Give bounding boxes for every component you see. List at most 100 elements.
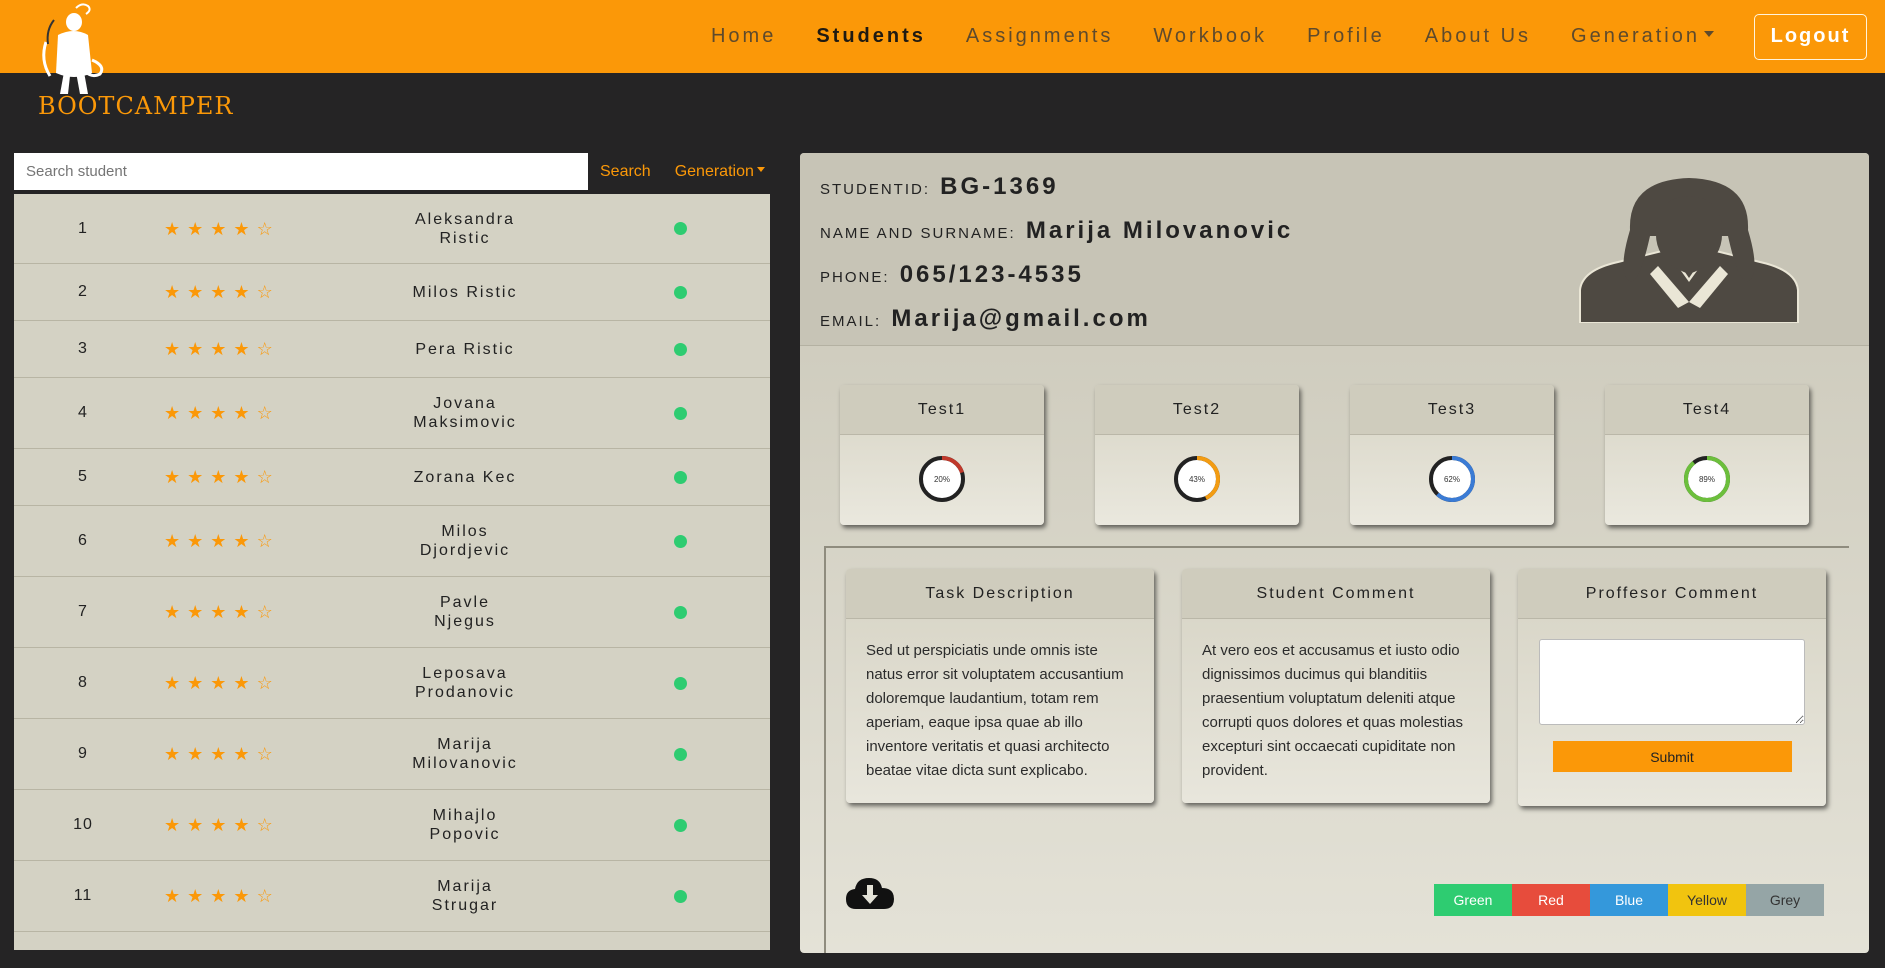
star-filled-icon: ★ xyxy=(187,218,204,239)
tests-row: Test1 20% Test2 43% Test3 62% Test4 89% xyxy=(840,385,1812,525)
star-filled-icon: ★ xyxy=(210,218,227,239)
student-name: Aleksandra Ristic xyxy=(340,210,590,248)
student-rating: ★ ★ ★ ★ ☆ xyxy=(152,404,340,422)
student-row[interactable]: 4 ★ ★ ★ ★ ☆ Jovana Maksimovic xyxy=(14,378,770,449)
student-name: Jovana Maksimovic xyxy=(340,394,590,432)
student-number: 5 xyxy=(78,468,88,485)
star-empty-icon: ☆ xyxy=(256,467,273,487)
status-cell xyxy=(590,222,770,235)
logo-wordmark: BOOTCAMPER xyxy=(38,92,234,120)
status-dot-icon xyxy=(673,470,687,484)
status-cell xyxy=(590,747,770,761)
cloud-download-icon[interactable] xyxy=(846,875,894,911)
generation-filter-label: Generation xyxy=(674,162,754,180)
submit-button[interactable]: Submit xyxy=(1552,741,1792,772)
student-number: 3 xyxy=(78,340,88,357)
status-dot-icon xyxy=(673,605,687,619)
student-name-line2: Strugar xyxy=(431,897,499,914)
star-filled-icon: ★ xyxy=(233,886,250,906)
nav-profile[interactable]: Profile xyxy=(1307,25,1385,48)
task-section: Task Description Sed ut perspiciatis und… xyxy=(824,546,1849,953)
student-name-line1: Aleksandra xyxy=(414,210,516,228)
student-rating: ★ ★ ★ ★ ☆ xyxy=(152,674,340,692)
nav-students[interactable]: Students xyxy=(816,25,926,48)
star-filled-icon: ★ xyxy=(187,282,204,302)
student-row[interactable]: 5 ★ ★ ★ ★ ☆ Zorana Kec xyxy=(14,449,770,506)
nav-links: Home Students Assignments Workbook Profi… xyxy=(691,0,1885,73)
student-row[interactable]: 2 ★ ★ ★ ★ ☆ Milos Ristic xyxy=(14,264,770,321)
student-name-line2: Njegus xyxy=(434,613,496,630)
student-name: Pavle Njegus xyxy=(340,593,590,631)
student-row[interactable]: 6 ★ ★ ★ ★ ☆ Milos Djordjevic xyxy=(14,506,770,577)
student-row[interactable]: 11 ★ ★ ★ ★ ☆ Marija Strugar xyxy=(14,861,770,932)
student-comment-card: Student Comment At vero eos et accusamus… xyxy=(1182,569,1490,803)
star-empty-icon: ☆ xyxy=(256,602,273,622)
student-search-bar: Search Generation xyxy=(14,153,770,190)
bootcamper-logo[interactable]: BOOTCAMPER xyxy=(16,0,232,122)
logout-button[interactable]: Logout xyxy=(1754,13,1867,60)
star-filled-icon: ★ xyxy=(164,815,181,835)
student-number: 7 xyxy=(78,603,88,620)
star-filled-icon: ★ xyxy=(233,282,250,302)
generation-filter-dropdown[interactable]: Generation xyxy=(675,163,765,181)
search-button[interactable]: Search xyxy=(600,163,651,181)
nav-generation-dropdown[interactable]: Generation xyxy=(1571,25,1714,48)
star-filled-icon: ★ xyxy=(187,815,204,835)
student-number: 2 xyxy=(78,283,88,300)
student-rating: ★ ★ ★ ★ ☆ xyxy=(152,603,340,621)
student-info: STUDENTID: BG-1369 NAME AND SURNAME: Mar… xyxy=(800,153,1869,346)
star-empty-icon: ☆ xyxy=(256,531,273,551)
star-filled-icon: ★ xyxy=(210,886,227,906)
star-filled-icon: ★ xyxy=(210,815,227,835)
star-filled-icon: ★ xyxy=(233,531,250,551)
progress-percent-label: 62% xyxy=(1444,475,1460,484)
task-description-title: Task Description xyxy=(846,569,1154,619)
nav-workbook[interactable]: Workbook xyxy=(1153,25,1267,48)
nav-home[interactable]: Home xyxy=(711,25,776,48)
student-row[interactable]: 3 ★ ★ ★ ★ ☆ Pera Ristic xyxy=(14,321,770,378)
student-row[interactable]: 9 ★ ★ ★ ★ ☆ Marija Milovanovic xyxy=(14,719,770,790)
status-cell xyxy=(590,470,770,484)
student-row[interactable]: 7 ★ ★ ★ ★ ☆ Pavle Njegus xyxy=(14,577,770,648)
color-button-green[interactable]: Green xyxy=(1434,884,1512,916)
nav-about-us[interactable]: About Us xyxy=(1425,25,1531,48)
student-name-line1: Pera Ristic xyxy=(415,340,515,358)
test-title: Test2 xyxy=(1095,385,1299,435)
progress-percent-label: 43% xyxy=(1189,475,1205,484)
color-button-red[interactable]: Red xyxy=(1512,884,1590,916)
star-filled-icon: ★ xyxy=(233,339,250,359)
student-rating: ★ ★ ★ ★ ☆ xyxy=(152,340,340,358)
star-filled-icon: ★ xyxy=(233,602,250,622)
color-button-grey[interactable]: Grey xyxy=(1746,884,1824,916)
progress-ring: 89% xyxy=(1684,456,1730,502)
nav-assignments[interactable]: Assignments xyxy=(966,25,1114,48)
status-cell xyxy=(590,534,770,548)
star-empty-icon: ☆ xyxy=(256,886,273,906)
color-button-yellow[interactable]: Yellow xyxy=(1668,884,1746,916)
status-dot-icon xyxy=(673,818,687,832)
test-title: Test4 xyxy=(1605,385,1809,435)
student-row[interactable]: 1 ★ ★ ★ ★ ☆ Aleksandra Ristic xyxy=(14,194,770,264)
status-dot-icon xyxy=(673,406,687,420)
nav-generation-label: Generation xyxy=(1571,25,1700,47)
student-name-line2: Maksimovic xyxy=(413,414,517,431)
star-empty-icon: ☆ xyxy=(256,403,273,423)
star-filled-icon: ★ xyxy=(164,339,181,359)
student-name: Pera Ristic xyxy=(340,340,590,359)
student-name-line2: Milovanovic xyxy=(412,755,518,772)
student-id-line: STUDENTID: BG-1369 xyxy=(820,173,1059,201)
search-input[interactable] xyxy=(14,153,588,190)
student-number: 9 xyxy=(78,745,88,762)
star-filled-icon: ★ xyxy=(210,744,227,764)
star-filled-icon: ★ xyxy=(164,744,181,764)
star-filled-icon: ★ xyxy=(187,403,204,423)
color-button-blue[interactable]: Blue xyxy=(1590,884,1668,916)
student-comment-title: Student Comment xyxy=(1182,569,1490,619)
student-row[interactable]: 8 ★ ★ ★ ★ ☆ Leposava Prodanovic xyxy=(14,648,770,719)
student-row[interactable]: 10 ★ ★ ★ ★ ☆ Mihajlo Popovic xyxy=(14,790,770,861)
professor-comment-input[interactable] xyxy=(1539,639,1805,725)
star-filled-icon: ★ xyxy=(233,815,250,835)
star-filled-icon: ★ xyxy=(164,467,181,487)
student-name-line1: Pavle xyxy=(439,594,491,611)
student-email-value: Marija@gmail.com xyxy=(891,305,1151,332)
